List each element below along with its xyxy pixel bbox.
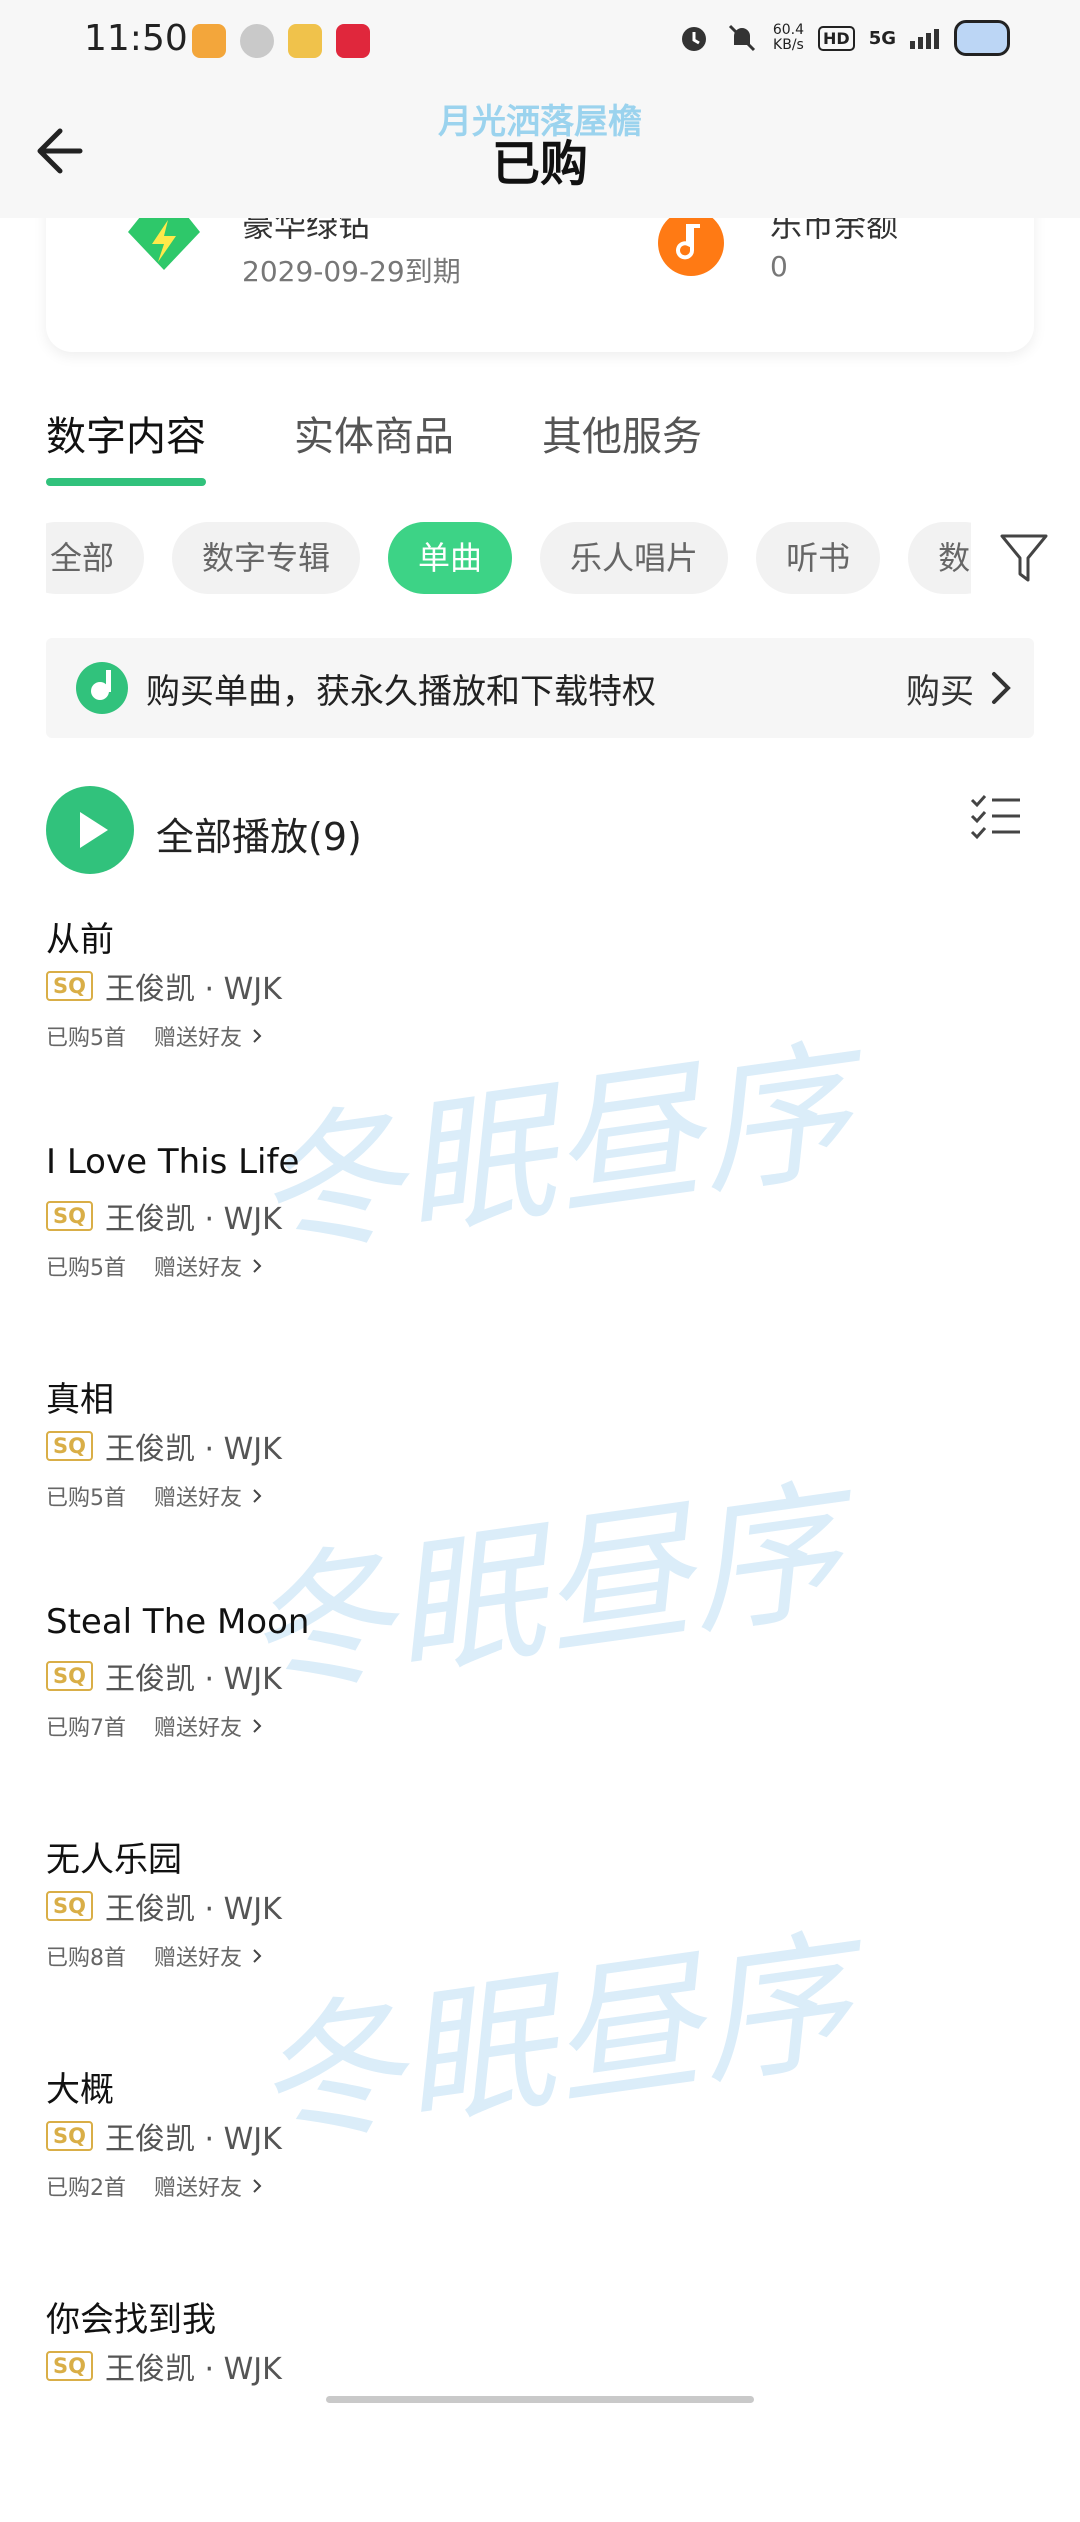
tab-physical-goods[interactable]: 实体商品	[294, 404, 454, 478]
chevron-right-icon	[253, 1259, 262, 1273]
music-coin-icon	[658, 210, 724, 276]
net-speed: 60.4 KB/s	[772, 22, 805, 53]
category-tabs: 数字内容 实体商品 其他服务	[46, 404, 702, 486]
alarm-icon	[681, 27, 706, 51]
hd-badge: HD	[818, 25, 855, 51]
sq-badge: SQ	[46, 1661, 93, 1691]
purchased-count: 已购5首	[46, 1486, 126, 1511]
play-all-label[interactable]: 全部播放(9)	[156, 806, 362, 861]
gift-friend-link[interactable]: 赠送好友	[154, 1020, 242, 1052]
song-item[interactable]: 无人乐园 SQ 王俊凯 · WJK 已购8首 赠送好友	[46, 1832, 1036, 2062]
weibo-icon	[288, 24, 322, 58]
song-title: I Love This Life	[46, 1142, 300, 1182]
gift-friend-link[interactable]: 赠送好友	[154, 1940, 242, 1972]
status-right: 60.4 KB/s HD 5G	[677, 20, 1010, 56]
status-time: 11:50	[84, 18, 188, 59]
sq-badge: SQ	[46, 1201, 93, 1231]
member-expiry: 2029-09-29到期	[242, 255, 461, 288]
xiaohongshu-icon	[336, 24, 370, 58]
taobao-icon	[192, 24, 226, 58]
status-bar: 11:50 60.4 KB/s HD 5G	[0, 0, 1080, 84]
song-title: 从前	[46, 920, 114, 960]
notification-icons	[192, 24, 370, 58]
song-artist: 王俊凯 · WJK	[104, 2352, 282, 2387]
song-list: 从前 SQ 王俊凯 · WJK 已购5首 赠送好友 I Love This Life…	[46, 912, 1036, 2522]
buy-button[interactable]: 购买	[906, 664, 974, 713]
chip-audiobook[interactable]: 听书	[756, 522, 881, 594]
purchased-count: 已购5首	[46, 1026, 126, 1051]
home-indicator[interactable]	[326, 2396, 754, 2403]
chevron-right-icon	[992, 672, 1011, 704]
song-item[interactable]: I Love This Life SQ 王俊凯 · WJK 已购5首 赠送好友	[46, 1142, 1036, 1372]
sq-badge: SQ	[46, 2351, 93, 2381]
chip-artist-record[interactable]: 乐人唱片	[540, 522, 729, 594]
chip-digital-album[interactable]: 数字专辑	[172, 522, 361, 594]
song-item[interactable]: 真相 SQ 王俊凯 · WJK 已购5首 赠送好友	[46, 1372, 1036, 1602]
gift-friend-link[interactable]: 赠送好友	[154, 1480, 242, 1512]
sq-badge: SQ	[46, 1431, 93, 1461]
multi-select-icon[interactable]	[970, 792, 1022, 840]
song-item[interactable]: 你会找到我 SQ 王俊凯 · WJK	[46, 2292, 1036, 2522]
music-note-icon	[76, 662, 128, 714]
song-title: 大概	[46, 2070, 114, 2110]
song-title: 真相	[46, 1380, 114, 1420]
header: 月光洒落屋檐 已购	[0, 84, 1080, 218]
chevron-right-icon	[253, 1029, 262, 1043]
song-artist: 王俊凯 · WJK	[104, 972, 282, 1007]
coin-balance: 0	[770, 250, 788, 283]
chip-all[interactable]: 全部	[46, 522, 145, 594]
banner-text: 购买单曲，获永久播放和下载特权	[146, 672, 656, 712]
tab-digital-content[interactable]: 数字内容	[46, 404, 206, 486]
tab-other-services[interactable]: 其他服务	[542, 404, 702, 478]
gift-friend-link[interactable]: 赠送好友	[154, 1710, 242, 1742]
play-all-button[interactable]	[46, 786, 134, 874]
chevron-right-icon	[253, 1719, 262, 1733]
filter-chips: 全部 数字专辑 单曲 乐人唱片 听书 数	[46, 522, 971, 594]
chevron-right-icon	[253, 1949, 262, 1963]
mute-icon	[728, 24, 755, 52]
network-type: 5G	[868, 27, 896, 49]
song-item[interactable]: 从前 SQ 王俊凯 · WJK 已购5首 赠送好友	[46, 912, 1036, 1142]
gift-friend-link[interactable]: 赠送好友	[154, 1250, 242, 1282]
battery-icon	[954, 20, 1010, 56]
sq-badge: SQ	[46, 2121, 93, 2151]
wechat-icon	[240, 24, 274, 58]
signal-icon	[910, 29, 939, 49]
purchased-count: 已购7首	[46, 1716, 126, 1741]
play-icon	[80, 812, 108, 848]
gift-friend-link[interactable]: 赠送好友	[154, 2170, 242, 2202]
song-artist: 王俊凯 · WJK	[104, 1202, 282, 1237]
song-title: 无人乐园	[46, 1840, 182, 1880]
page-title: 已购	[491, 136, 588, 192]
song-title: Steal The Moon	[46, 1602, 310, 1642]
chip-single[interactable]: 单曲	[388, 522, 513, 594]
sq-badge: SQ	[46, 1891, 93, 1921]
chevron-right-icon	[253, 2179, 262, 2193]
song-item[interactable]: Steal The Moon SQ 王俊凯 · WJK 已购7首 赠送好友	[46, 1602, 1036, 1832]
purchase-banner[interactable]: 购买单曲，获永久播放和下载特权 购买	[46, 638, 1034, 738]
song-artist: 王俊凯 · WJK	[104, 1892, 282, 1927]
song-artist: 王俊凯 · WJK	[104, 1432, 282, 1467]
purchased-count: 已购5首	[46, 1256, 126, 1281]
purchased-count: 已购2首	[46, 2176, 126, 2201]
song-artist: 王俊凯 · WJK	[104, 1662, 282, 1697]
chip-more[interactable]: 数	[908, 522, 971, 594]
song-title: 你会找到我	[46, 2300, 216, 2340]
chevron-right-icon	[253, 1489, 262, 1503]
sq-badge: SQ	[46, 971, 93, 1001]
song-item[interactable]: 大概 SQ 王俊凯 · WJK 已购2首 赠送好友	[46, 2062, 1036, 2292]
purchased-count: 已购8首	[46, 1946, 126, 1971]
song-artist: 王俊凯 · WJK	[104, 2122, 282, 2157]
filter-icon[interactable]	[998, 528, 1050, 588]
